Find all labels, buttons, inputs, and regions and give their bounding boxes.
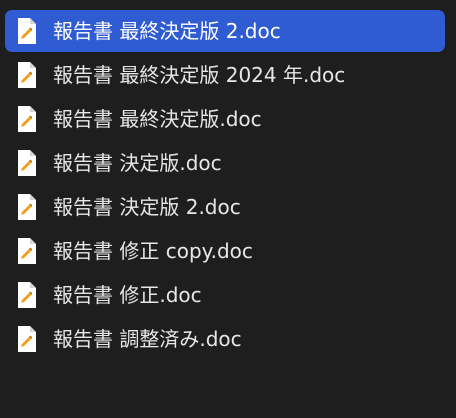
file-row[interactable]: 報告書 修正.doc — [5, 274, 445, 316]
file-name: 報告書 調整済み.doc — [53, 327, 242, 351]
pencil-document-icon — [18, 18, 36, 44]
file-row[interactable]: 報告書 修正 copy.doc — [5, 230, 445, 272]
pencil-document-icon — [18, 150, 36, 176]
file-name: 報告書 最終決定版.doc — [53, 107, 262, 131]
pencil-document-icon — [18, 238, 36, 264]
pencil-document-icon — [18, 194, 36, 220]
file-row[interactable]: 報告書 最終決定版.doc — [5, 98, 445, 140]
file-row[interactable]: 報告書 最終決定版 2024 年.doc — [5, 54, 445, 96]
file-row[interactable]: 報告書 決定版 2.doc — [5, 186, 445, 228]
file-row-selected[interactable]: 報告書 最終決定版 2.doc — [5, 10, 445, 52]
pencil-document-icon — [18, 106, 36, 132]
file-name: 報告書 最終決定版 2.doc — [53, 19, 281, 43]
file-name: 報告書 修正.doc — [53, 283, 202, 307]
file-name: 報告書 最終決定版 2024 年.doc — [53, 63, 346, 87]
pencil-document-icon — [18, 282, 36, 308]
pencil-document-icon — [18, 326, 36, 352]
pencil-document-icon — [18, 62, 36, 88]
file-name: 報告書 決定版.doc — [53, 151, 222, 175]
file-row[interactable]: 報告書 決定版.doc — [5, 142, 445, 184]
file-list: 報告書 最終決定版 2.doc 報告書 最終決定版 2024 年.doc 報告書… — [0, 0, 456, 418]
file-name: 報告書 決定版 2.doc — [53, 195, 241, 219]
file-name: 報告書 修正 copy.doc — [53, 239, 253, 263]
file-row[interactable]: 報告書 調整済み.doc — [5, 318, 445, 360]
